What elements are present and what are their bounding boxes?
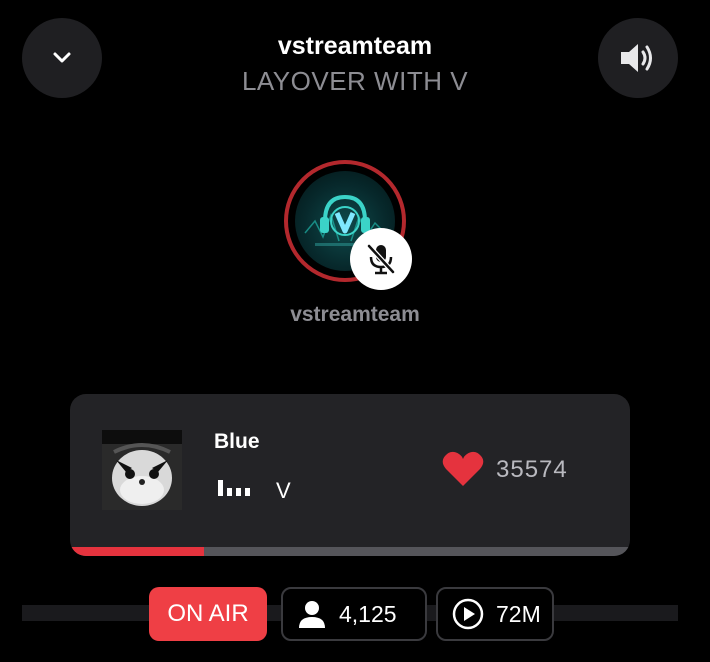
- like-count: 35574: [496, 456, 568, 483]
- album-art: [102, 430, 182, 510]
- user-icon: [299, 601, 325, 628]
- on-air-badge: ON AIR: [149, 587, 267, 641]
- plays-pill[interactable]: 72M: [436, 587, 554, 641]
- progress-fill: [70, 547, 205, 556]
- equalizer-icon: [218, 480, 250, 496]
- mic-off-icon: [367, 244, 395, 275]
- play-circle-icon: [452, 598, 484, 630]
- volume-button[interactable]: [598, 18, 678, 98]
- speaker-name: vstreamteam: [290, 303, 420, 326]
- play-count: 72M: [496, 600, 541, 627]
- now-playing-card[interactable]: Blue V 35574: [70, 394, 630, 556]
- muted-badge: [350, 228, 412, 290]
- speaker-avatar[interactable]: [284, 160, 414, 290]
- heart-icon[interactable]: [442, 450, 484, 488]
- progress-bar[interactable]: [70, 547, 630, 556]
- listeners-pill[interactable]: 4,125: [281, 587, 427, 641]
- track-artist: V: [276, 478, 291, 503]
- listener-count: 4,125: [339, 600, 397, 627]
- track-title: Blue: [214, 430, 260, 453]
- speaker-volume-icon: [621, 44, 652, 72]
